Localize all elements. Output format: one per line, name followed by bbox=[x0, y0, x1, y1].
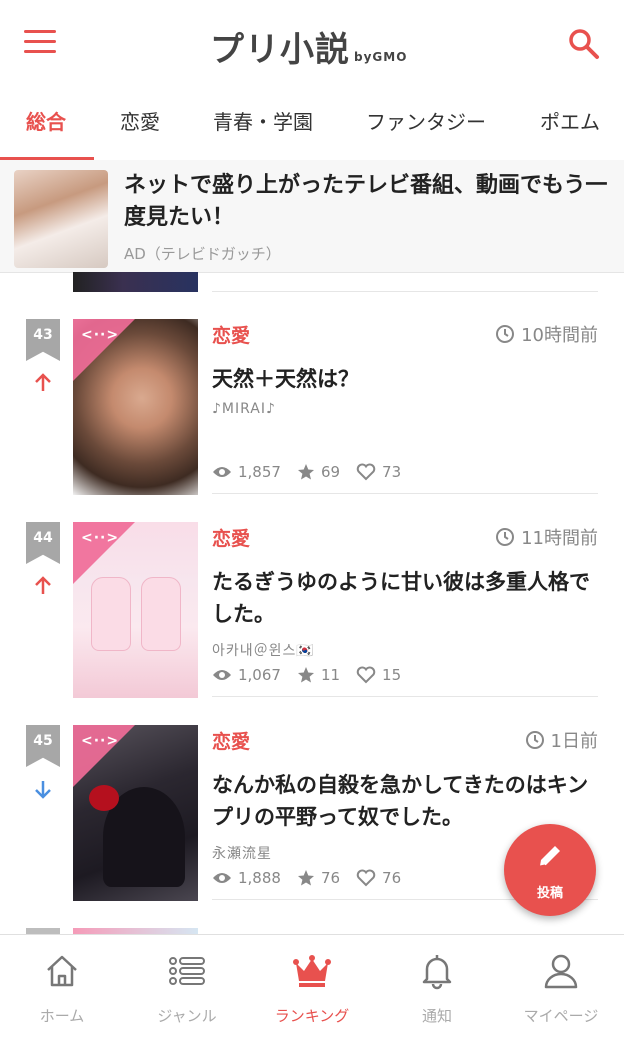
tab-sougou[interactable]: 総合 bbox=[26, 106, 66, 135]
nav-label: ホーム bbox=[39, 1007, 85, 1025]
star-count: 69 bbox=[320, 463, 341, 481]
ranking-item[interactable]: 44 <··> 恋愛 11時間前 たるぎうゆのように甘い彼は多重人格でした。 아… bbox=[0, 522, 624, 708]
ad-thumbnail bbox=[14, 170, 108, 268]
hamburger-menu-icon[interactable] bbox=[24, 30, 56, 54]
genre-label: 恋愛 bbox=[212, 731, 251, 753]
novel-thumbnail[interactable]: <··> bbox=[73, 319, 198, 495]
star-icon bbox=[297, 870, 314, 886]
divider bbox=[212, 291, 598, 292]
rank-badge: 43 bbox=[26, 319, 60, 361]
like-count: 73 bbox=[382, 463, 402, 481]
time-text: 10時間前 bbox=[521, 325, 598, 346]
bell-icon bbox=[422, 955, 452, 990]
time-text: 1日前 bbox=[550, 731, 598, 752]
author-name[interactable]: 永瀬流星 bbox=[212, 843, 272, 863]
trend-down-icon bbox=[35, 781, 51, 799]
ranking-item[interactable]: 43 <··> 恋愛 10時間前 天然＋天然は？ ♪MIRAI♪ 1,857 6… bbox=[0, 319, 624, 505]
logo-text: プリ小説 bbox=[210, 30, 350, 70]
chat-icon: <··> bbox=[81, 733, 120, 749]
novel-stats: 1,857 69 73 bbox=[212, 463, 417, 481]
nav-genre[interactable]: ジャンル bbox=[125, 935, 249, 1041]
thumbnail-art bbox=[91, 577, 131, 651]
tab-seishun[interactable]: 青春・学園 bbox=[213, 106, 313, 135]
heart-icon bbox=[356, 463, 376, 481]
heart-icon bbox=[356, 869, 376, 887]
nav-label: マイページ bbox=[523, 1007, 599, 1025]
novel-stats: 1,067 11 15 bbox=[212, 666, 417, 684]
ad-label: AD（テレビドガッチ） bbox=[124, 245, 281, 263]
star-icon bbox=[297, 464, 314, 480]
updated-time: 11時間前 bbox=[495, 524, 598, 550]
crown-icon bbox=[293, 955, 331, 987]
star-count: 76 bbox=[320, 869, 341, 887]
tab-renai[interactable]: 恋愛 bbox=[120, 106, 160, 135]
clock-icon bbox=[496, 325, 515, 343]
app-logo[interactable]: プリ小説 byGMO bbox=[210, 22, 407, 71]
star-icon bbox=[297, 667, 314, 683]
bottom-navigation: ホーム ジャンル ランキング 通知 マイページ bbox=[0, 934, 624, 1041]
author-name[interactable]: 아카내＠윈스🇰🇷 bbox=[212, 640, 315, 660]
novel-thumbnail[interactable]: <··> bbox=[73, 725, 198, 901]
chat-icon: <··> bbox=[81, 530, 120, 546]
nav-ranking[interactable]: ランキング bbox=[250, 935, 374, 1041]
thumbnail-art bbox=[141, 577, 181, 651]
nav-label: 通知 bbox=[421, 1007, 452, 1025]
time-text: 11時間前 bbox=[521, 528, 598, 549]
category-tabs: 総合 恋愛 青春・学園 ファンタジー ポエム bbox=[0, 86, 624, 161]
star-count: 11 bbox=[320, 666, 341, 684]
home-icon bbox=[47, 955, 77, 987]
divider bbox=[212, 696, 598, 697]
view-count: 1,067 bbox=[238, 666, 281, 684]
post-button-label: 投稿 bbox=[536, 886, 563, 901]
thumbnail-art bbox=[89, 785, 119, 811]
novel-title[interactable]: たるぎうゆのように甘い彼は多重人格でした。 bbox=[212, 566, 602, 630]
tab-poem[interactable]: ポエム bbox=[540, 106, 600, 135]
author-name[interactable]: ♪MIRAI♪ bbox=[212, 401, 276, 417]
novel-thumbnail[interactable]: <··> bbox=[73, 522, 198, 698]
view-count: 1,888 bbox=[238, 869, 281, 887]
heart-icon bbox=[356, 666, 376, 684]
search-icon[interactable] bbox=[566, 26, 602, 62]
like-count: 76 bbox=[382, 869, 402, 887]
trend-up-icon bbox=[35, 576, 51, 594]
pencil-icon bbox=[539, 846, 560, 867]
novel-stats: 1,888 76 76 bbox=[212, 869, 417, 887]
previous-item-thumbnail bbox=[73, 272, 198, 292]
nav-mypage[interactable]: マイページ bbox=[499, 935, 623, 1041]
nav-home[interactable]: ホーム bbox=[0, 935, 124, 1041]
user-icon bbox=[544, 954, 578, 989]
rank-badge: 45 bbox=[26, 725, 60, 767]
nav-notifications[interactable]: 通知 bbox=[375, 935, 499, 1041]
updated-time: 1日前 bbox=[525, 727, 598, 753]
rank-badge: 44 bbox=[26, 522, 60, 564]
view-count: 1,857 bbox=[238, 463, 281, 481]
chat-icon: <··> bbox=[81, 327, 120, 343]
genre-label: 恋愛 bbox=[212, 528, 251, 550]
ad-title: ネットで盛り上がったテレビ番組、動画でもう一度見たい！ bbox=[124, 173, 608, 230]
list-icon bbox=[169, 957, 205, 985]
genre-label: 恋愛 bbox=[212, 325, 251, 347]
novel-title[interactable]: 天然＋天然は？ bbox=[212, 363, 602, 395]
eye-icon bbox=[213, 467, 231, 477]
clock-icon bbox=[525, 731, 544, 749]
logo-sub: byGMO bbox=[354, 50, 408, 64]
divider bbox=[212, 493, 598, 494]
updated-time: 10時間前 bbox=[495, 321, 598, 347]
tab-fantasy[interactable]: ファンタジー bbox=[366, 106, 486, 135]
ad-banner[interactable]: ネットで盛り上がったテレビ番組、動画でもう一度見たい！ bbox=[0, 160, 624, 273]
nav-label: ランキング bbox=[274, 1007, 350, 1025]
like-count: 15 bbox=[382, 666, 402, 684]
clock-icon bbox=[496, 528, 515, 546]
app-header: プリ小説 byGMO bbox=[0, 0, 624, 86]
eye-icon bbox=[213, 873, 231, 883]
post-button[interactable]: 投稿 bbox=[504, 824, 596, 916]
eye-icon bbox=[213, 670, 231, 680]
nav-label: ジャンル bbox=[157, 1007, 217, 1025]
trend-up-icon bbox=[35, 373, 51, 391]
